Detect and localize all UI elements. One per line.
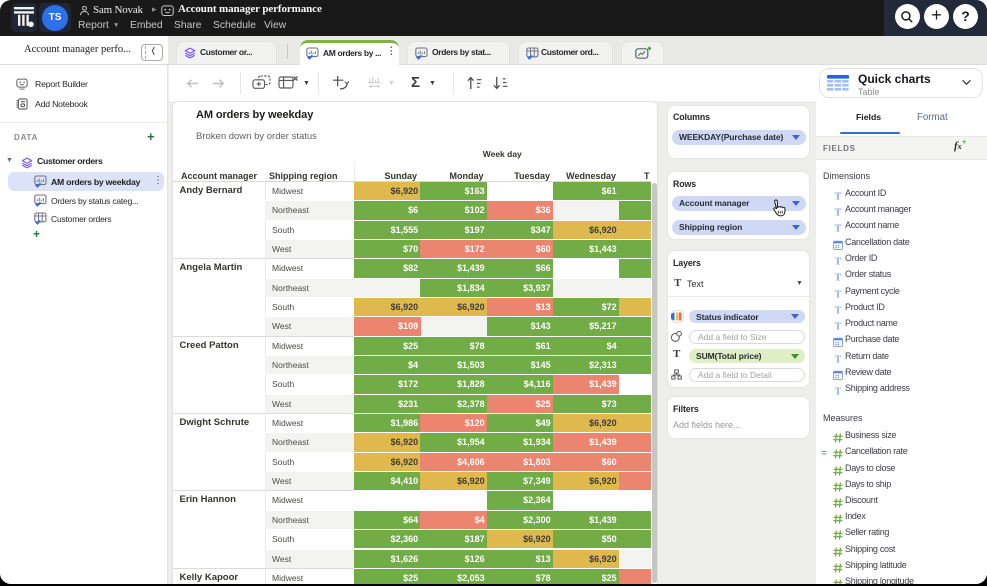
svg-text:T: T bbox=[834, 191, 841, 200]
svg-text:T: T bbox=[834, 289, 841, 298]
svg-text:T: T bbox=[834, 354, 841, 363]
svg-text:T: T bbox=[834, 256, 841, 265]
svg-text:T: T bbox=[834, 224, 841, 233]
svg-text:T: T bbox=[834, 273, 841, 282]
svg-text:T: T bbox=[834, 387, 841, 396]
svg-text:T: T bbox=[834, 322, 841, 331]
svg-text:T: T bbox=[834, 208, 841, 217]
svg-text:T: T bbox=[834, 305, 841, 314]
